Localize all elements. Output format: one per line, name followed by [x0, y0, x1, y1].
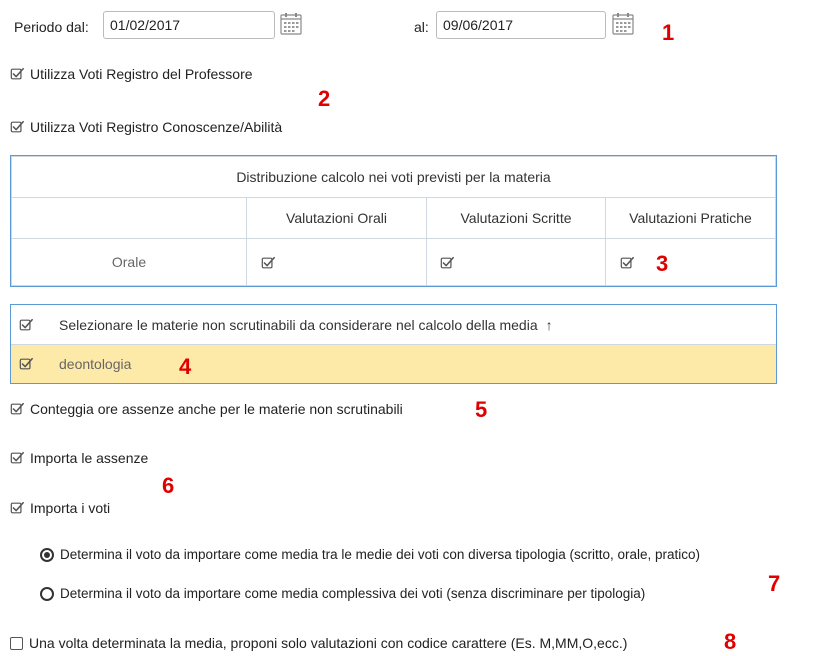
- marker-7: 7: [768, 571, 781, 596]
- checkbox-checked-icon[interactable]: [10, 451, 24, 465]
- use-skills-register-option[interactable]: Utilizza Voti Registro Conoscenze/Abilit…: [10, 119, 282, 135]
- marker-5: 5: [475, 397, 488, 422]
- radio-label: Determina il voto da importare come medi…: [60, 547, 701, 562]
- column-header: Valutazioni Orali: [246, 197, 427, 239]
- calendar-icon[interactable]: [611, 12, 635, 36]
- count-absences-label: Conteggia ore assenze anche per le mater…: [30, 401, 403, 417]
- period-from-input[interactable]: 01/02/2017: [103, 11, 275, 39]
- checkbox-checked-icon[interactable]: [261, 256, 275, 270]
- non-scrutinable-header[interactable]: Selezionare le materie non scrutinabili …: [11, 305, 776, 345]
- period-from-label: Periodo dal:: [14, 19, 89, 35]
- import-grades-label: Importa i voti: [30, 500, 111, 516]
- radio-label: Determina il voto da importare come medi…: [60, 586, 646, 601]
- marker-4: 4: [179, 354, 192, 379]
- marker-1: 1: [662, 20, 675, 45]
- import-absences-option[interactable]: Importa le assenze: [10, 450, 148, 466]
- checkbox-checked-icon[interactable]: [19, 318, 33, 332]
- column-header: Valutazioni Scritte: [426, 197, 606, 239]
- checkbox-checked-icon[interactable]: [10, 120, 24, 134]
- import-absences-label: Importa le assenze: [30, 450, 149, 466]
- sort-arrow-icon[interactable]: ↑: [546, 317, 553, 333]
- radio-average-by-type[interactable]: Determina il voto da importare come medi…: [40, 547, 700, 562]
- marker-3: 3: [656, 251, 669, 276]
- column-header: Valutazioni Pratiche: [605, 197, 776, 239]
- use-prof-register-label: Utilizza Voti Registro del Professore: [30, 66, 253, 82]
- period-to-input[interactable]: 09/06/2017: [436, 11, 606, 39]
- distribution-title: Distribuzione calcolo nei voti previsti …: [11, 156, 776, 198]
- count-absences-option[interactable]: Conteggia ore assenze anche per le mater…: [10, 401, 403, 417]
- import-grades-option[interactable]: Importa i voti: [10, 500, 110, 516]
- radio-selected-icon[interactable]: [40, 547, 54, 562]
- use-prof-register-option[interactable]: Utilizza Voti Registro del Professore: [10, 66, 253, 82]
- use-skills-register-label: Utilizza Voti Registro Conoscenze/Abilit…: [30, 119, 283, 135]
- subject-label: deontologia: [59, 356, 132, 372]
- char-code-option[interactable]: Una volta determinata la media, proponi …: [10, 635, 627, 651]
- checkbox-checked-icon[interactable]: [620, 256, 634, 270]
- non-scrutinable-header-label: Selezionare le materie non scrutinabili …: [59, 316, 538, 333]
- checkbox-checked-icon[interactable]: [10, 67, 24, 81]
- checkbox-unchecked-icon[interactable]: [10, 636, 23, 650]
- marker-6: 6: [162, 473, 175, 498]
- checkbox-checked-icon[interactable]: [440, 256, 454, 270]
- radio-unselected-icon[interactable]: [40, 586, 54, 601]
- non-scrutinable-panel: Selezionare le materie non scrutinabili …: [10, 304, 777, 384]
- checkbox-checked-icon[interactable]: [10, 501, 24, 515]
- checkbox-checked-icon[interactable]: [10, 402, 24, 416]
- row-label: Orale: [11, 238, 247, 286]
- checkbox-checked-icon[interactable]: [19, 357, 33, 371]
- non-scrutinable-item[interactable]: deontologia: [11, 345, 776, 383]
- marker-8: 8: [724, 629, 737, 654]
- marker-2: 2: [318, 86, 331, 111]
- char-code-label: Una volta determinata la media, proponi …: [29, 635, 628, 651]
- calendar-icon[interactable]: [279, 12, 303, 36]
- period-to-label: al:: [414, 19, 429, 35]
- radio-overall-average[interactable]: Determina il voto da importare come medi…: [40, 586, 645, 601]
